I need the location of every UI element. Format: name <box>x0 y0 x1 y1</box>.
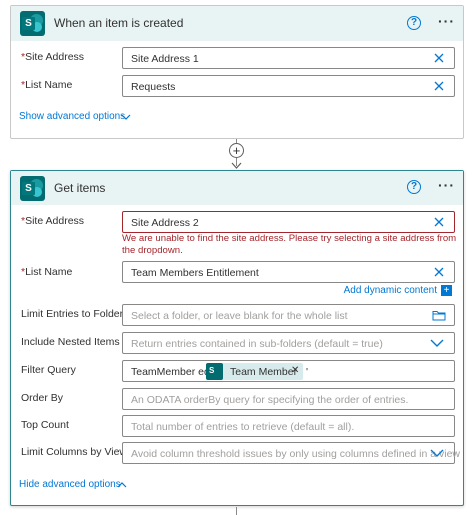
folder-icon[interactable] <box>432 310 446 321</box>
limit-folder-input[interactable]: Select a folder, or leave blank for the … <box>122 304 455 326</box>
chevron-up-icon[interactable] <box>117 481 127 488</box>
add-step-button[interactable]: + <box>229 143 244 158</box>
plus-icon: + <box>232 143 241 158</box>
connector-line <box>236 507 237 515</box>
filter-query-input[interactable]: TeamMember eq ' S Team Member ✕ ' <box>122 360 455 382</box>
chevron-down-icon[interactable] <box>430 338 444 348</box>
close-icon[interactable]: ✕ <box>291 365 299 376</box>
nested-items-placeholder: Return entries contained in sub-folders … <box>131 338 383 350</box>
list-name-value: Requests <box>131 81 176 93</box>
limit-folder-placeholder: Select a folder, or leave blank for the … <box>131 310 348 322</box>
help-icon[interactable]: ? <box>407 16 421 30</box>
limit-columns-dropdown[interactable]: Avoid column threshold issues by only us… <box>122 442 460 464</box>
hide-advanced-options-link[interactable]: Hide advanced options <box>19 479 121 490</box>
list-name-label: *List Name <box>21 266 73 278</box>
top-count-label: Top Count <box>21 419 69 431</box>
order-by-label: Order By <box>21 392 64 404</box>
site-address-error-message: We are unable to find the site address. … <box>122 233 457 256</box>
nested-items-dropdown[interactable]: Return entries contained in sub-folders … <box>122 332 455 354</box>
help-icon[interactable]: ? <box>407 180 421 194</box>
trigger-card-header[interactable]: S When an item is created ? ··· <box>11 6 463 41</box>
limit-columns-placeholder: Avoid column threshold issues by only us… <box>131 448 460 460</box>
close-icon[interactable] <box>432 215 446 229</box>
list-name-input[interactable]: Team Members Entitlement <box>122 261 455 283</box>
top-count-input[interactable]: Total number of entries to retrieve (def… <box>122 415 455 437</box>
order-by-input[interactable]: An ODATA orderBy query for specifying th… <box>122 388 455 410</box>
list-name-value: Team Members Entitlement <box>131 267 259 279</box>
get-items-card: S Get items ? ··· *Site Address Site Add… <box>10 170 464 506</box>
sharepoint-icon: S <box>20 11 45 36</box>
plus-icon[interactable]: + <box>441 285 452 296</box>
get-items-title: Get items <box>54 181 106 195</box>
site-address-label: *Site Address <box>21 215 85 227</box>
add-dynamic-content-link[interactable]: Add dynamic content <box>344 285 437 296</box>
sharepoint-icon: S <box>206 363 223 380</box>
order-by-placeholder: An ODATA orderBy query for specifying th… <box>131 394 409 406</box>
site-address-value: Site Address 2 <box>131 217 199 229</box>
trigger-title: When an item is created <box>54 16 184 30</box>
close-icon[interactable] <box>432 79 446 93</box>
arrow-down-icon <box>231 162 242 169</box>
more-options-icon[interactable]: ··· <box>438 13 455 29</box>
close-icon[interactable] <box>432 265 446 279</box>
site-address-input[interactable]: Site Address 2 <box>122 211 455 233</box>
nested-items-label: Include Nested Items <box>21 336 120 348</box>
chevron-down-icon[interactable] <box>121 114 131 121</box>
top-count-placeholder: Total number of entries to retrieve (def… <box>131 421 355 433</box>
site-address-input[interactable]: Site Address 1 <box>122 47 455 69</box>
site-address-label: *Site Address <box>21 51 85 63</box>
show-advanced-options-link[interactable]: Show advanced options <box>19 111 125 122</box>
filter-query-prefix: TeamMember eq ' <box>131 366 215 378</box>
get-items-card-header[interactable]: S Get items ? ··· <box>11 171 463 205</box>
chevron-down-icon[interactable] <box>430 448 444 458</box>
trigger-card: S When an item is created ? ··· *Site Ad… <box>10 5 464 139</box>
list-name-input[interactable]: Requests <box>122 75 455 97</box>
site-address-value: Site Address 1 <box>131 53 199 65</box>
more-options-icon[interactable]: ··· <box>438 177 455 193</box>
limit-columns-label: Limit Columns by View <box>21 446 128 458</box>
team-member-token[interactable]: S Team Member ✕ <box>206 363 303 380</box>
limit-folder-label: Limit Entries to Folder <box>21 308 124 320</box>
close-icon[interactable] <box>432 51 446 65</box>
list-name-label: *List Name <box>21 79 73 91</box>
token-label: Team Member <box>230 366 298 378</box>
filter-query-suffix: ' <box>306 366 309 378</box>
sharepoint-icon: S <box>20 176 45 201</box>
filter-query-label: Filter Query <box>21 364 76 376</box>
